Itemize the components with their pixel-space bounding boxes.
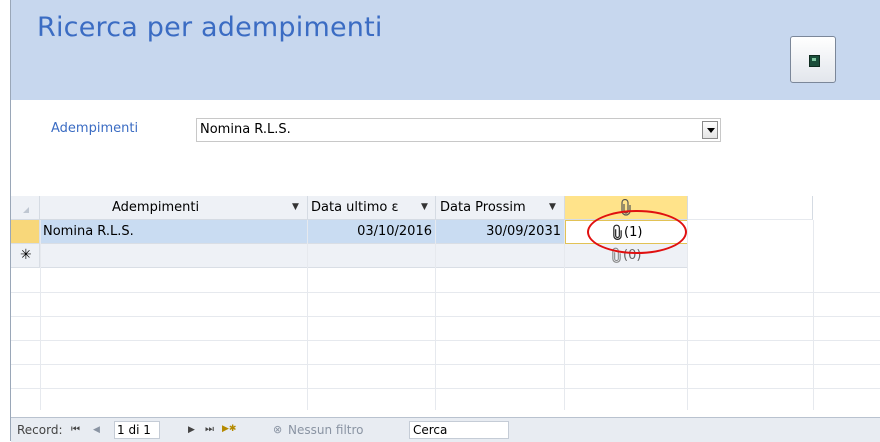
record-position-field[interactable]: 1 di 1 bbox=[114, 421, 160, 439]
record-navigation-bar: Record: ⏮ ◀ 1 di 1 ▶ ⏭ ▶✱ ⊗ Nessun filtr… bbox=[11, 417, 880, 442]
grid-line bbox=[687, 220, 688, 410]
table-row-cell[interactable]: 03/10/2016 bbox=[308, 220, 436, 244]
no-filter-button[interactable]: Nessun filtro bbox=[288, 423, 364, 437]
table-row-cell[interactable]: 30/09/2031 bbox=[436, 220, 565, 244]
search-input[interactable]: Cerca bbox=[409, 421, 509, 439]
grid-line bbox=[11, 292, 880, 293]
highlight-annotation bbox=[587, 210, 687, 254]
exit-door-icon bbox=[809, 55, 820, 67]
grid-line bbox=[11, 364, 880, 365]
grid-line bbox=[435, 220, 436, 410]
new-row-cell[interactable] bbox=[308, 244, 436, 268]
previous-record-icon[interactable]: ◀ bbox=[93, 425, 100, 435]
adempimenti-label: Adempimenti bbox=[51, 121, 139, 136]
new-record-row-selector[interactable]: ✳ bbox=[11, 244, 40, 268]
chevron-down-icon[interactable] bbox=[702, 121, 718, 139]
new-record-icon[interactable]: ▶✱ bbox=[222, 424, 236, 434]
column-header-data-ultimo[interactable]: Data ultimo ε ▼ bbox=[308, 196, 436, 220]
grid-line bbox=[11, 388, 880, 389]
select-all-corner[interactable] bbox=[11, 196, 40, 220]
sort-arrow-icon[interactable]: ▼ bbox=[421, 202, 428, 212]
column-header-adempimenti[interactable]: Adempimenti ▼ bbox=[40, 196, 308, 220]
first-record-icon[interactable]: ⏮ bbox=[71, 424, 80, 435]
adempimenti-combo[interactable]: Nomina R.L.S. bbox=[196, 118, 721, 142]
last-record-icon[interactable]: ⏭ bbox=[205, 424, 214, 435]
column-header-data-prossima[interactable]: Data Prossim ▼ bbox=[436, 196, 565, 220]
empty-header bbox=[688, 196, 813, 220]
grid-line bbox=[11, 316, 880, 317]
filter-icon: ⊗ bbox=[273, 423, 283, 436]
grid-line bbox=[11, 340, 880, 341]
table-row-cell[interactable]: Nomina R.L.S. bbox=[40, 220, 308, 244]
next-record-icon[interactable]: ▶ bbox=[188, 425, 195, 435]
new-row-cell[interactable] bbox=[40, 244, 308, 268]
datasheet-grid: Adempimenti ▼ Data ultimo ε ▼ Data Pross… bbox=[11, 196, 880, 410]
page-title: Ricerca per adempimenti bbox=[37, 12, 383, 43]
row-selector[interactable] bbox=[11, 220, 40, 244]
form-header: Ricerca per adempimenti bbox=[11, 0, 880, 100]
form-window: Ricerca per adempimenti Adempimenti Nomi… bbox=[10, 0, 880, 442]
grid-line bbox=[564, 220, 565, 410]
adempimenti-combo-value: Nomina R.L.S. bbox=[200, 122, 291, 137]
sort-arrow-icon[interactable]: ▼ bbox=[549, 202, 556, 212]
exit-button[interactable] bbox=[790, 36, 836, 83]
sort-arrow-icon[interactable]: ▼ bbox=[292, 202, 299, 212]
grid-line bbox=[40, 220, 41, 410]
new-row-cell[interactable] bbox=[436, 244, 565, 268]
grid-line bbox=[813, 220, 814, 410]
grid-line bbox=[307, 220, 308, 410]
